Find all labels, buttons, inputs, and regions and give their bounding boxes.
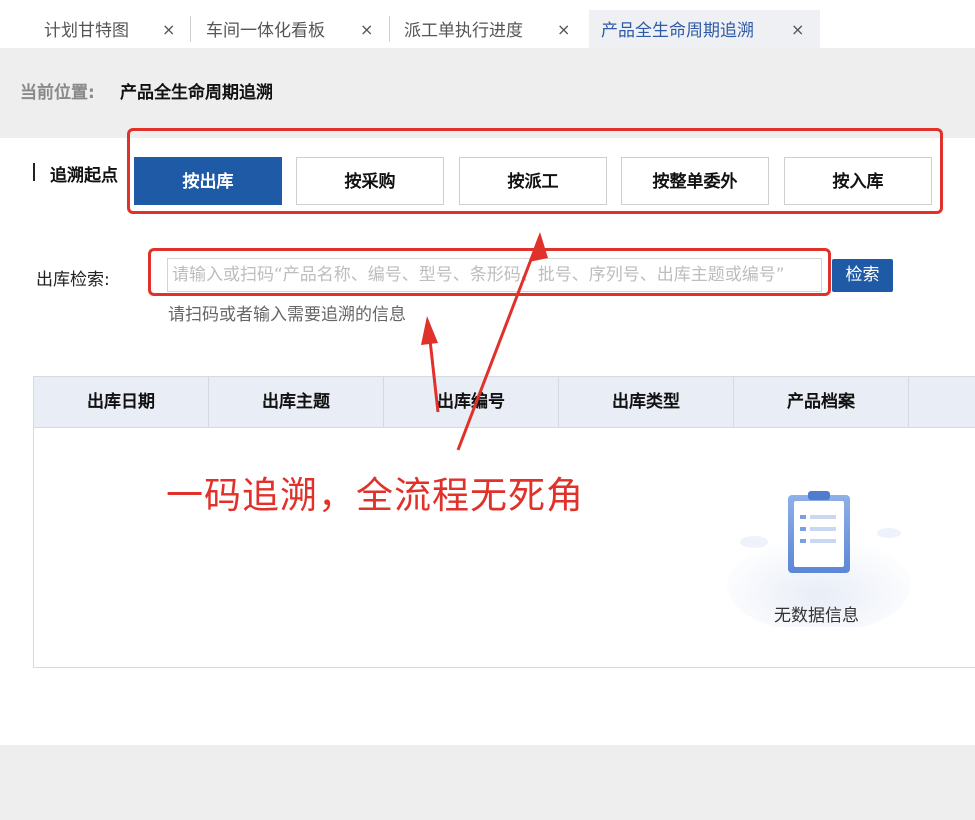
breadcrumb-label: 当前位置:	[20, 83, 95, 103]
section-marker	[33, 163, 35, 181]
tab-label: 车间一体化看板	[206, 21, 325, 41]
tab-product-trace[interactable]: 产品全生命周期追溯 ×	[589, 10, 820, 48]
column-header[interactable]: 出库主题	[209, 377, 384, 427]
close-icon[interactable]: ×	[162, 20, 175, 39]
annotation-box-search	[148, 248, 831, 296]
column-header[interactable]: 出库日期	[34, 377, 209, 427]
breadcrumb: 当前位置: 产品全生命周期追溯	[0, 48, 975, 138]
tab-gantt[interactable]: 计划甘特图 ×	[0, 10, 188, 48]
close-icon[interactable]: ×	[791, 20, 804, 39]
tab-label: 产品全生命周期追溯	[601, 21, 754, 41]
search-label: 出库检索:	[36, 270, 110, 290]
annotation-box-options	[127, 128, 943, 214]
close-icon[interactable]: ×	[360, 20, 373, 39]
search-hint: 请扫码或者输入需要追溯的信息	[168, 305, 406, 325]
tab-divider	[190, 16, 191, 42]
trace-start-label: 追溯起点	[50, 166, 118, 186]
tab-label: 计划甘特图	[44, 21, 129, 41]
empty-state-text: 无数据信息	[774, 606, 859, 626]
column-header[interactable]: 产品档案	[734, 377, 909, 427]
column-header[interactable]: 出库编号	[384, 377, 559, 427]
annotation-text: 一码追溯，全流程无死角	[166, 474, 584, 517]
results-table: 出库日期 出库主题 出库编号 出库类型 产品档案 无数据信息	[33, 376, 975, 668]
search-button[interactable]: 检索	[832, 259, 893, 292]
column-header[interactable]: 出库类型	[559, 377, 734, 427]
tab-bar: 计划甘特图 × 车间一体化看板 × 派工单执行进度 × 产品全生命周期追溯 ×	[0, 0, 975, 49]
tab-label: 派工单执行进度	[404, 21, 523, 41]
tab-dispatch-progress[interactable]: 派工单执行进度 ×	[391, 10, 587, 48]
page-title: 产品全生命周期追溯	[120, 83, 273, 103]
tab-divider	[389, 16, 390, 42]
tab-workshop-board[interactable]: 车间一体化看板 ×	[192, 10, 388, 48]
footer-band	[0, 745, 975, 820]
close-icon[interactable]: ×	[557, 20, 570, 39]
table-header: 出库日期 出库主题 出库编号 出库类型 产品档案	[34, 377, 975, 428]
